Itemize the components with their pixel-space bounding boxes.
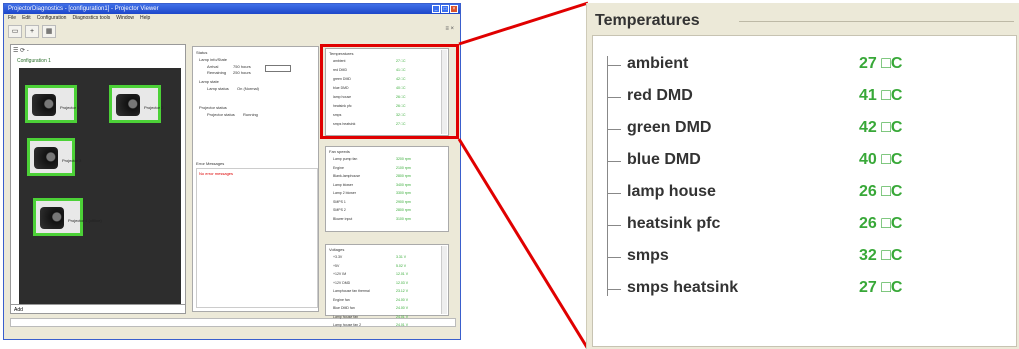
temperatures-list: ambient 27 □C red DMD 41 □C green DMD 42 □C bl… (592, 35, 1017, 347)
temperature-label: red DMD (627, 87, 693, 104)
temperatures-zoom: Temperatures ambient 27 □C red DMD 41 □C gre… (586, 3, 1019, 349)
temperature-value: 26 □C (859, 215, 903, 232)
tree-branch (607, 129, 621, 130)
temperature-value: 42 □C (859, 119, 903, 136)
temperature-label: ambient (627, 55, 689, 72)
temperature-value: 27 □C (859, 279, 903, 296)
temperature-label: green DMD (627, 119, 712, 136)
temperature-value: 40 □C (859, 151, 903, 168)
temperature-value: 26 □C (859, 183, 903, 200)
temperature-value: 27 □C (859, 55, 903, 72)
tree-branch (607, 289, 621, 290)
tree-branch (607, 225, 621, 226)
temperature-label: smps heatsink (627, 279, 739, 296)
callout-line-bottom (457, 138, 590, 349)
temperature-label: blue DMD (627, 151, 701, 168)
temperature-label: smps (627, 247, 669, 264)
tree-line (607, 56, 608, 296)
tree-branch (607, 65, 621, 66)
temperatures-title: Temperatures (595, 12, 700, 29)
tree-branch (607, 193, 621, 194)
tree-branch (607, 161, 621, 162)
tree-branch (607, 257, 621, 258)
tree-branch (607, 97, 621, 98)
title-rule (739, 21, 1014, 22)
temperature-value: 41 □C (859, 87, 903, 104)
temperature-label: lamp house (627, 183, 716, 200)
callout-line-top (458, 1, 589, 46)
temperature-label: heatsink pfc (627, 215, 721, 232)
temperature-value: 32 □C (859, 247, 903, 264)
